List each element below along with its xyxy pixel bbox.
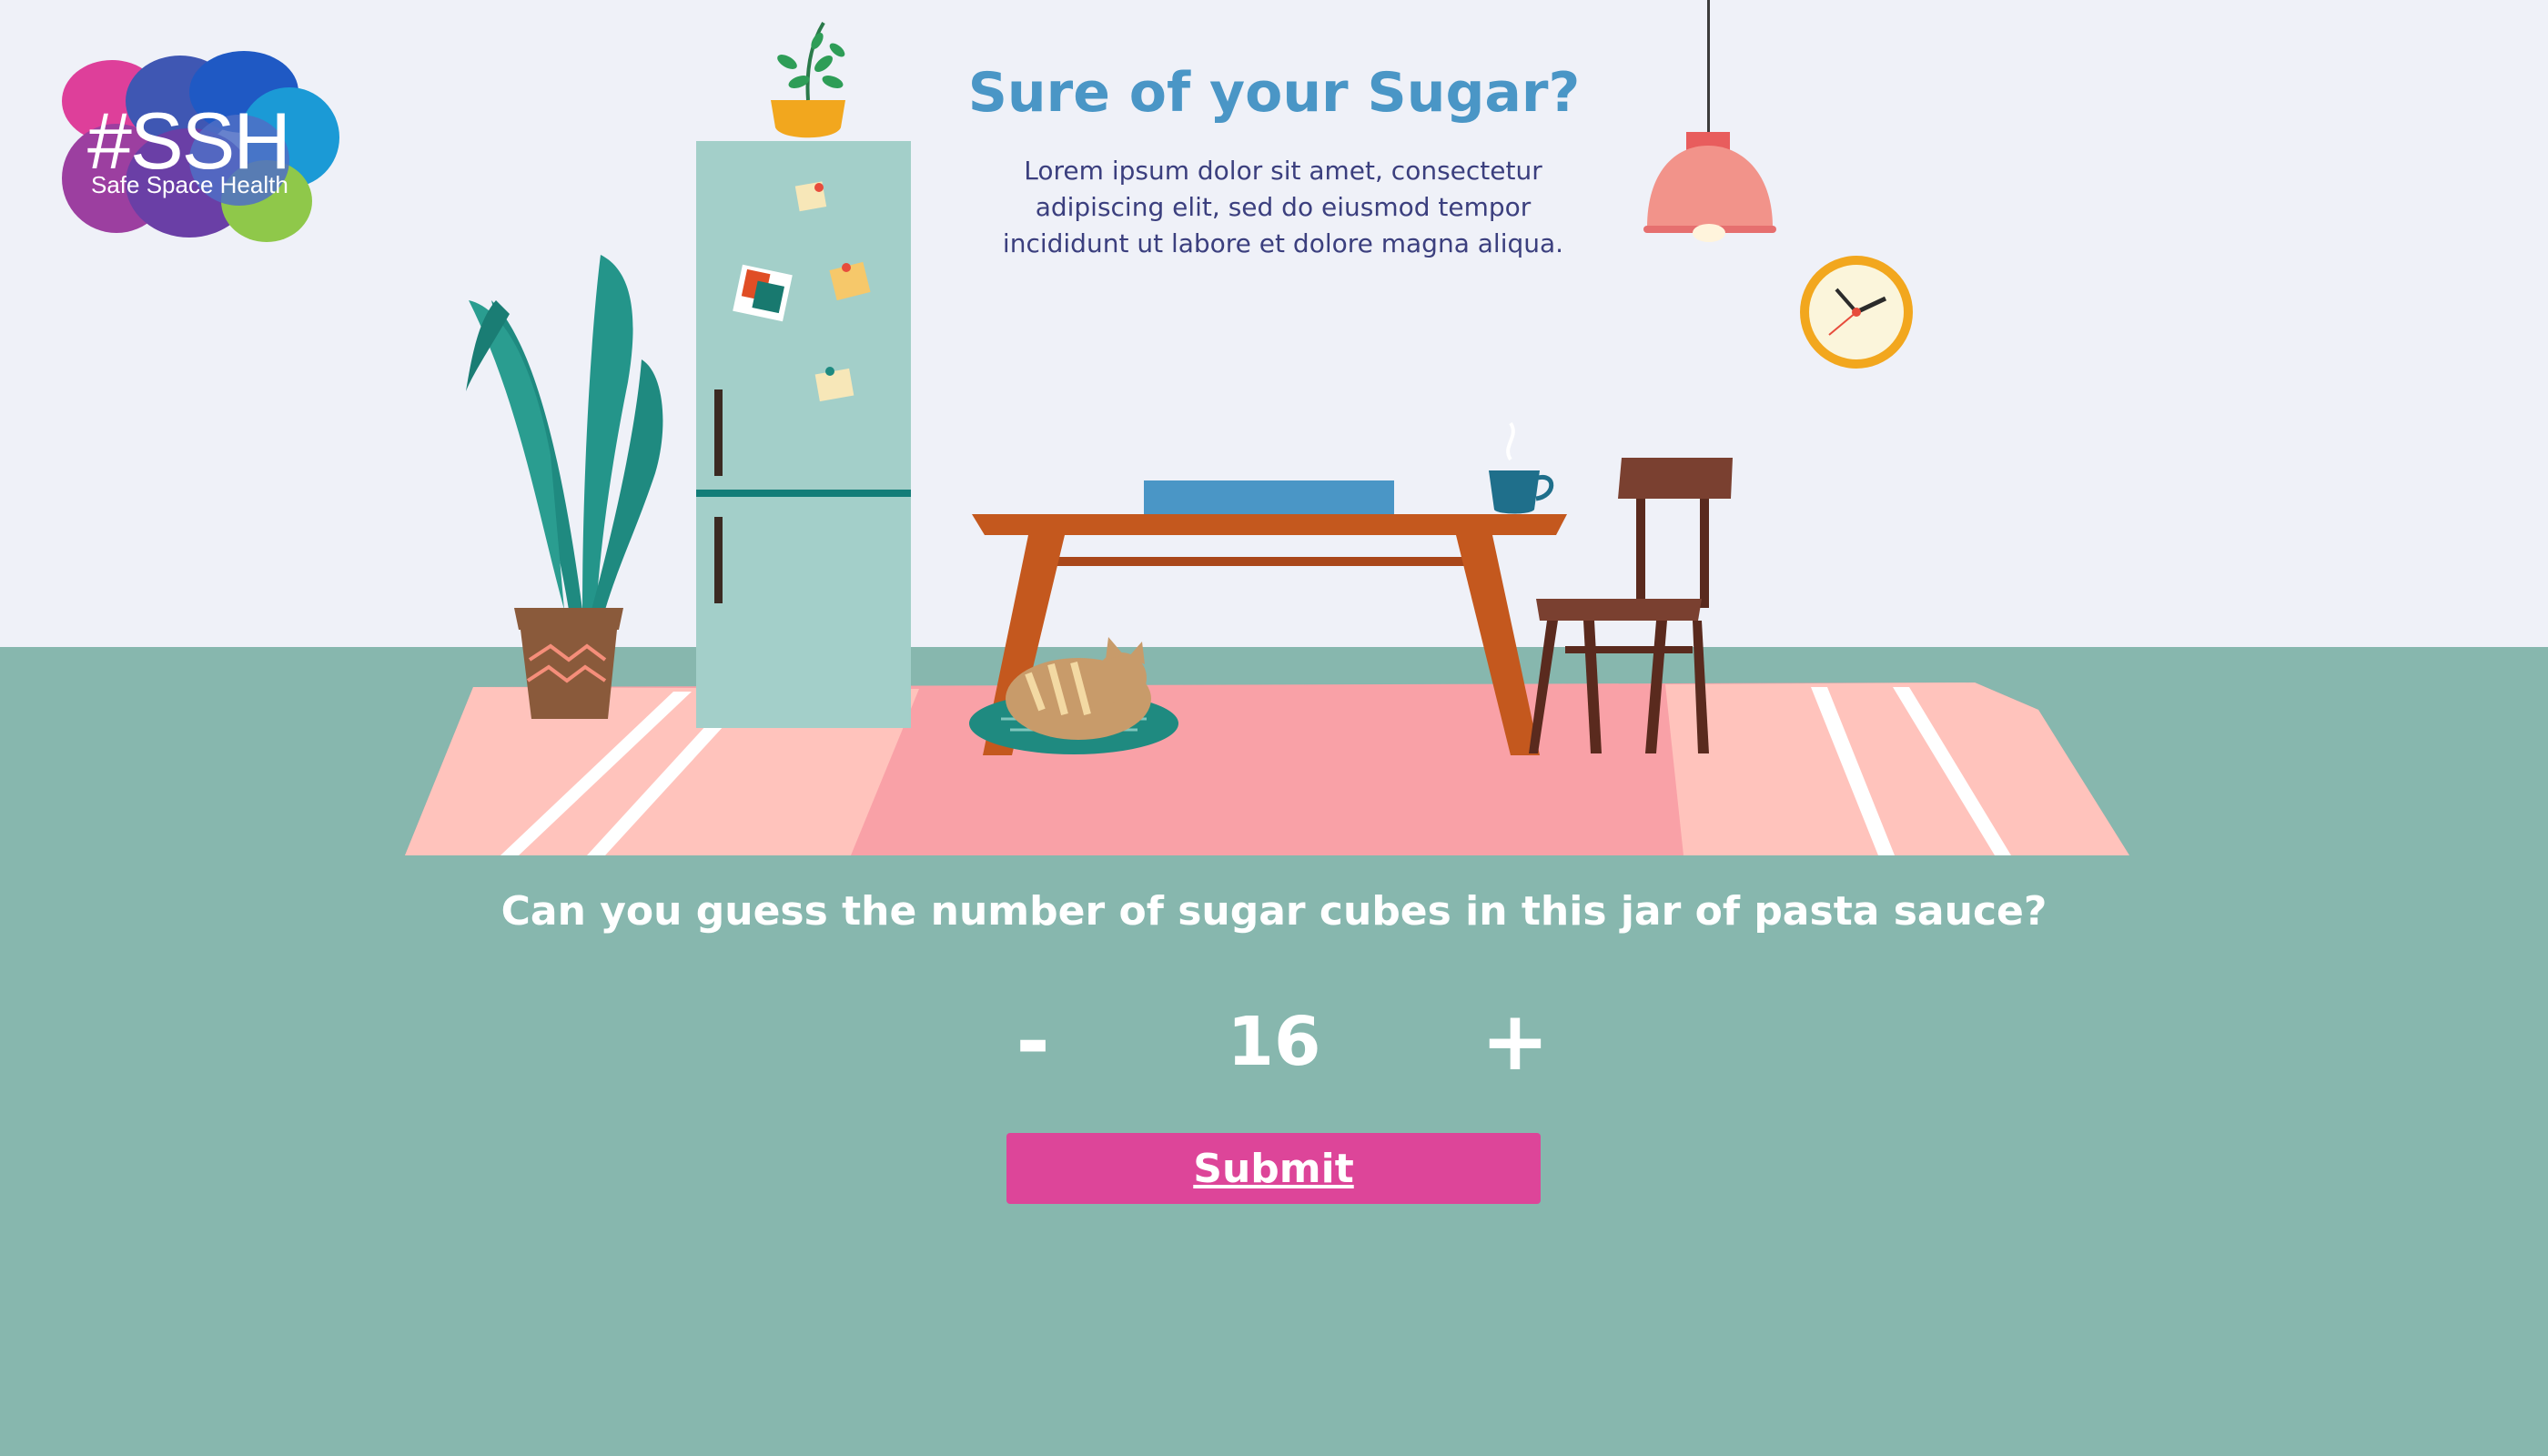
small-plant-icon (771, 21, 845, 138)
decrement-button[interactable]: - (983, 992, 1083, 1092)
intro-paragraph: Lorem ipsum dolor sit amet, consectetur … (1002, 156, 1564, 258)
sugar-cube-count: 16 (1227, 1003, 1321, 1081)
potted-plant-icon (466, 255, 663, 719)
wall-clock-icon (1800, 256, 1913, 369)
coffee-cup-icon (1489, 421, 1554, 514)
rug-illustration (405, 682, 2129, 855)
sugar-cube-stepper: - 16 + (983, 992, 1565, 1092)
page-title-wrap: Sure of your Sugar? (910, 66, 1638, 120)
ssh-logo: #SSH Safe Space Health (62, 51, 344, 247)
logo-wordmark: #SSH (87, 96, 291, 186)
fridge-icon (696, 141, 911, 728)
quiz-question: Can you guess the number of sugar cubes … (500, 888, 2048, 935)
page-title: Sure of your Sugar? (967, 61, 1581, 125)
pendant-lamp-icon (1643, 0, 1776, 242)
logo-subtitle: Safe Space Health (91, 171, 288, 198)
submit-button[interactable]: Submit (1006, 1133, 1541, 1204)
increment-button[interactable]: + (1465, 992, 1565, 1092)
